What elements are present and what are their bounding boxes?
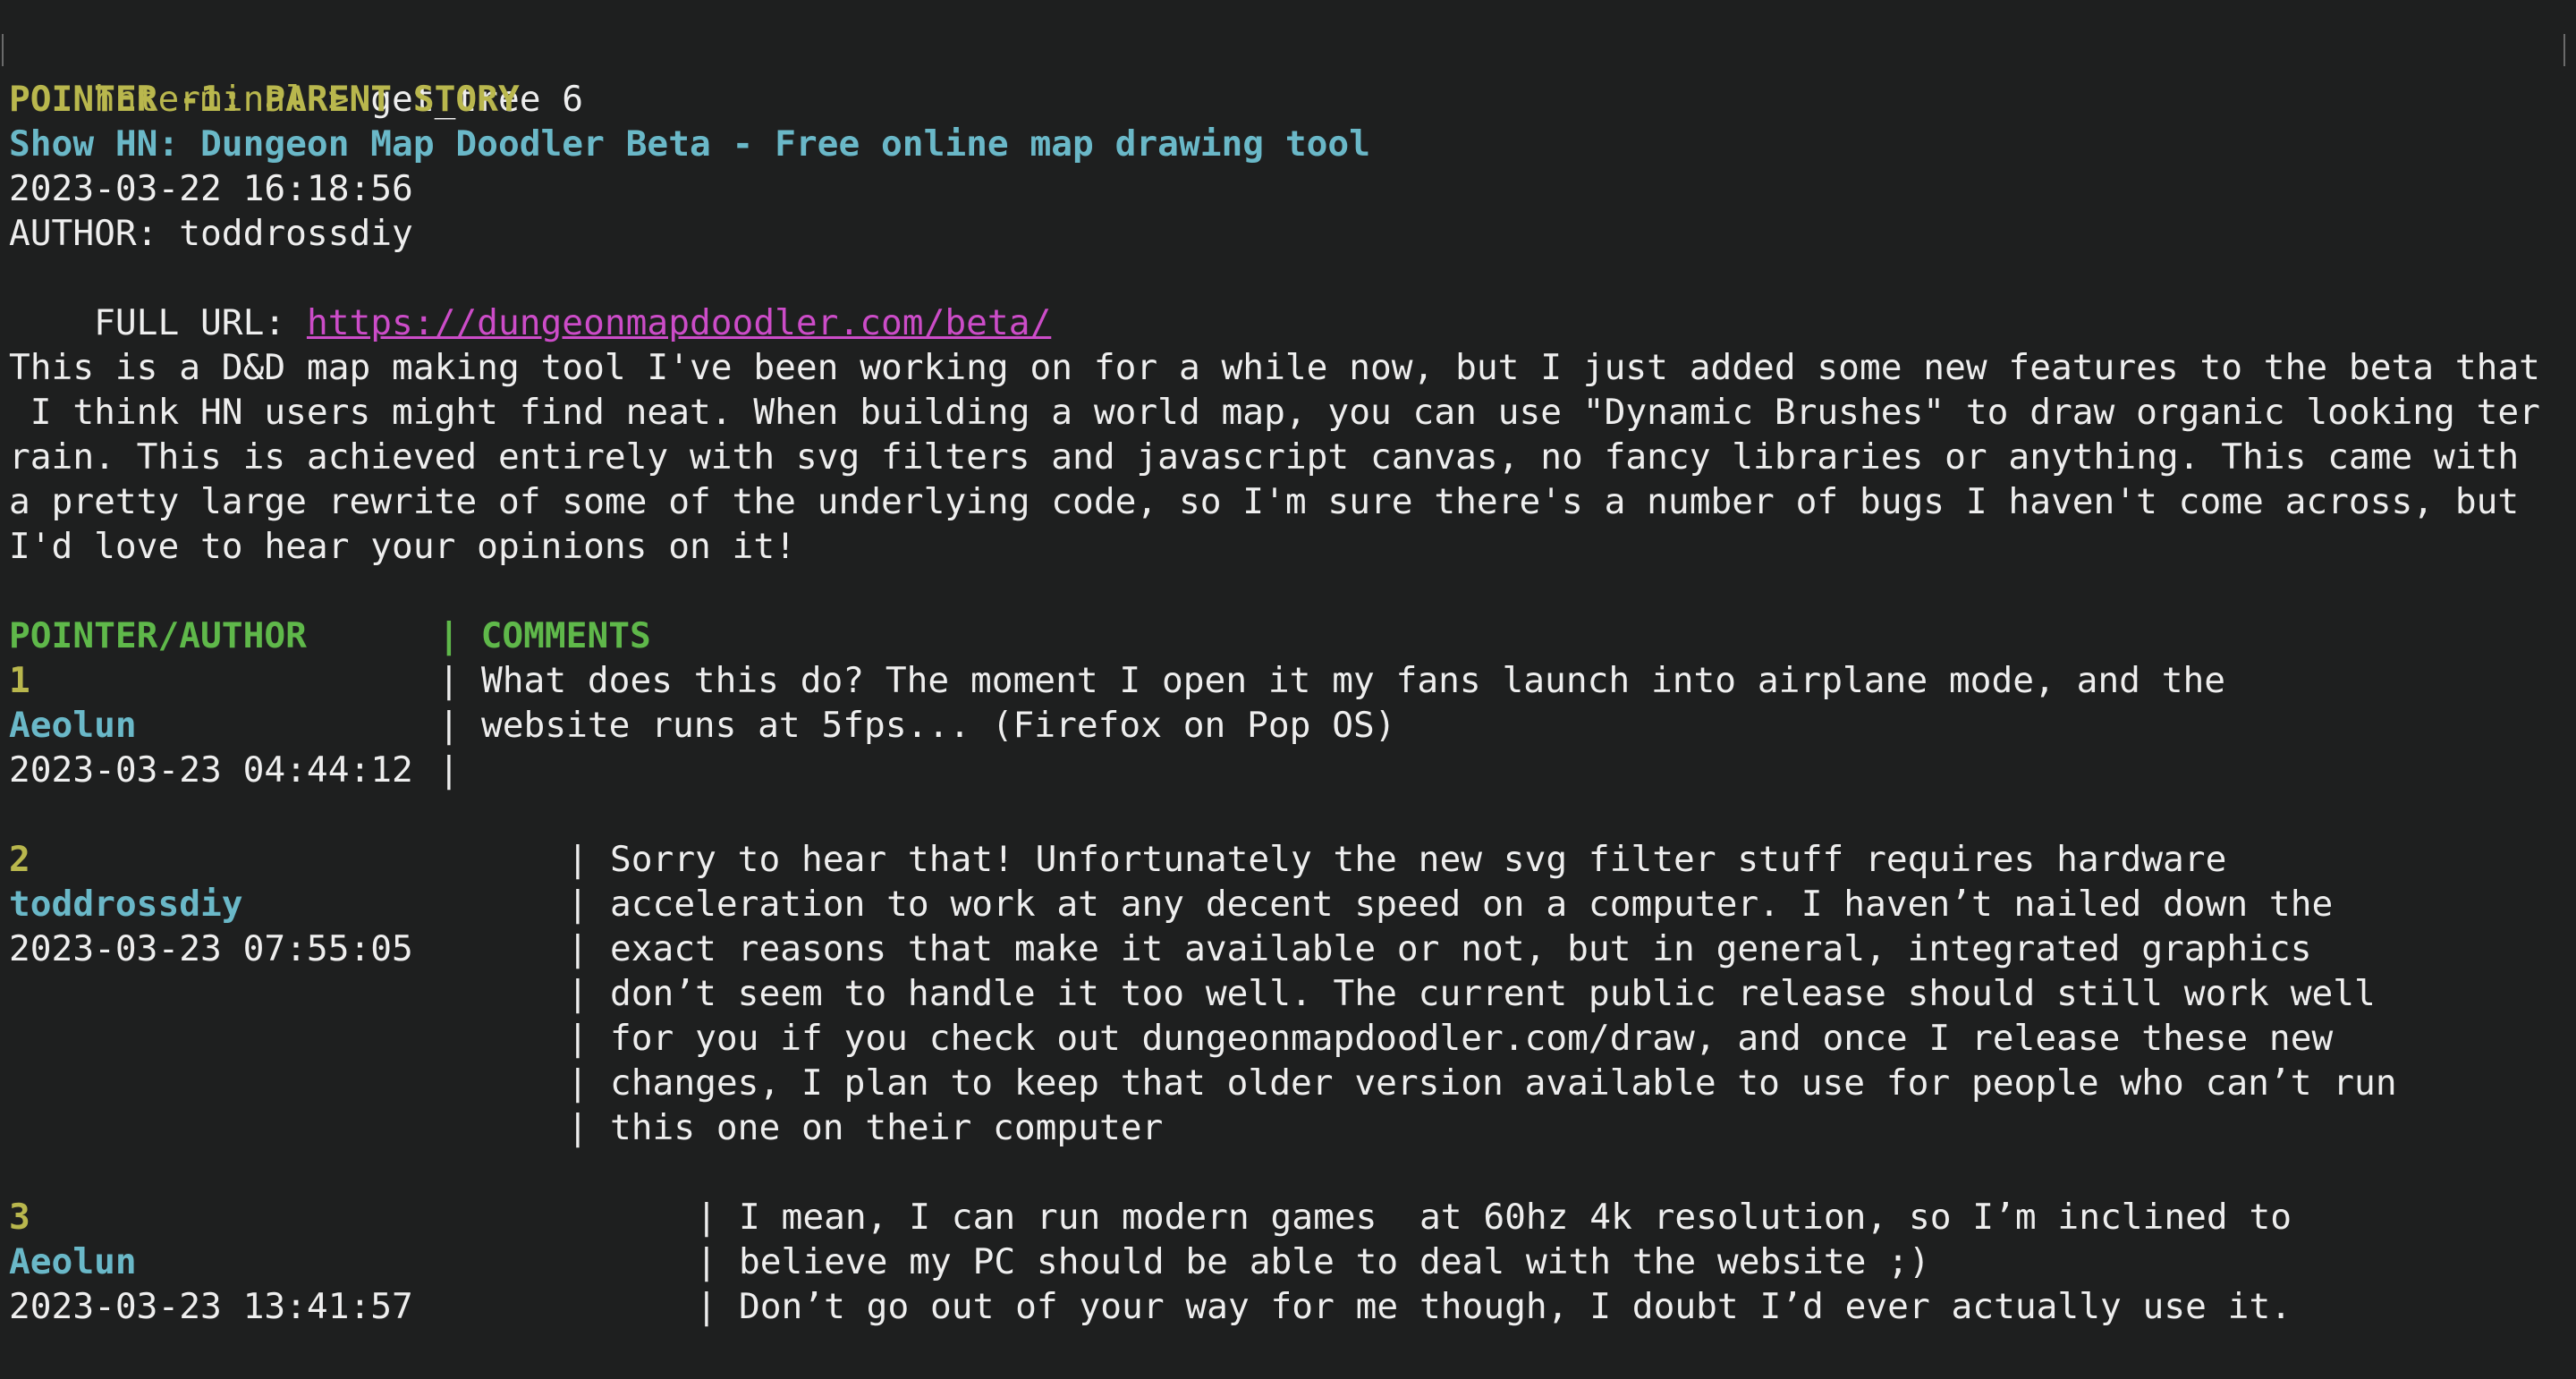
story-timestamp: 2023-03-22 16:18:56 <box>9 168 413 209</box>
comment-text-line: believe my PC should be able to deal wit… <box>739 1241 1930 1282</box>
story-body-line: I think HN users might find neat. When b… <box>9 392 2540 433</box>
comment-text-line: changes, I plan to keep that older versi… <box>610 1062 2397 1104</box>
story-body-line: a pretty large rewrite of some of the un… <box>9 481 2520 522</box>
comment-separator: | <box>438 660 481 701</box>
header-separator: | <box>438 615 481 656</box>
comment-pointer: 1 <box>9 660 30 701</box>
terminal-window[interactable]: hnterminal > get_tree 6 POINTER -1: PARE… <box>0 0 2576 1379</box>
comment-separator: | <box>567 1018 589 1059</box>
comment-timestamp: 2023-03-23 04:44:12 <box>9 749 413 791</box>
comment-pointer: 3 <box>9 1197 30 1238</box>
comment-text-line: this one on their computer <box>610 1107 1164 1148</box>
comment-separator: | <box>567 1062 589 1104</box>
comment-text-line: Sorry to hear that! Unfortunately the ne… <box>610 839 2227 880</box>
comment-separator: | <box>567 973 589 1014</box>
comment-separator: | <box>438 705 481 746</box>
comment-separator: | <box>567 839 589 880</box>
story-url-link[interactable]: https://dungeonmapdoodler.com/beta/ <box>307 302 1051 343</box>
comment-author[interactable]: Aeolun <box>9 703 137 748</box>
story-author: AUTHOR: toddrossdiy <box>9 213 413 254</box>
comment-separator: | <box>696 1286 717 1327</box>
story-pointer-heading: POINTER -1: PARENT STORY <box>9 79 520 120</box>
comment-separator: | <box>567 928 589 969</box>
comment-text-line: don’t seem to handle it too well. The cu… <box>610 973 2376 1014</box>
story-body-line: This is a D&D map making tool I've been … <box>9 347 2540 388</box>
comment-author[interactable]: Aeolun <box>9 1239 137 1284</box>
story-body-line: rain. This is achieved entirely with svg… <box>9 436 2520 478</box>
comment-pointer: 2 <box>9 839 30 880</box>
comment-timestamp: 2023-03-23 13:41:57 <box>9 1286 413 1327</box>
comment-text-line: I mean, I can run modern games at 60hz 4… <box>739 1197 2292 1238</box>
story-title: Show HN: Dungeon Map Doodler Beta - Free… <box>9 123 1370 165</box>
comment-text-line: What does this do? The moment I open it … <box>481 660 2226 701</box>
comment-separator: | <box>438 749 460 791</box>
comment-separator: | <box>567 884 589 925</box>
comment-separator: | <box>696 1241 717 1282</box>
prompt-line[interactable]: hnterminal > get_tree 6 <box>9 32 583 120</box>
comment-separator: | <box>567 1107 589 1148</box>
comment-text-line: exact reasons that make it available or … <box>610 928 2312 969</box>
comment-text-line: acceleration to work at any decent speed… <box>610 884 2334 925</box>
comment-text-line: for you if you check out dungeonmapdoodl… <box>610 1018 2334 1059</box>
comment-separator: | <box>696 1197 717 1238</box>
story-url-line: FULL URL: https://dungeonmapdoodler.com/… <box>9 256 1051 343</box>
comment-text-line: website runs at 5fps... (Firefox on Pop … <box>481 705 1396 746</box>
comment-timestamp: 2023-03-23 07:55:05 <box>9 928 413 969</box>
comment-author[interactable]: toddrossdiy <box>9 882 243 926</box>
comment-text-line: Don’t go out of your way for me though, … <box>739 1286 2292 1327</box>
header-comments-label: COMMENTS <box>480 615 651 656</box>
url-label: FULL URL: <box>94 302 307 343</box>
story-body-line: I'd love to hear your opinions on it! <box>9 526 796 567</box>
header-comments: | COMMENTS <box>438 613 651 658</box>
header-pointer-author: POINTER/AUTHOR <box>9 615 307 656</box>
right-cursor-mark <box>2563 34 2565 66</box>
left-cursor-mark <box>2 34 4 66</box>
